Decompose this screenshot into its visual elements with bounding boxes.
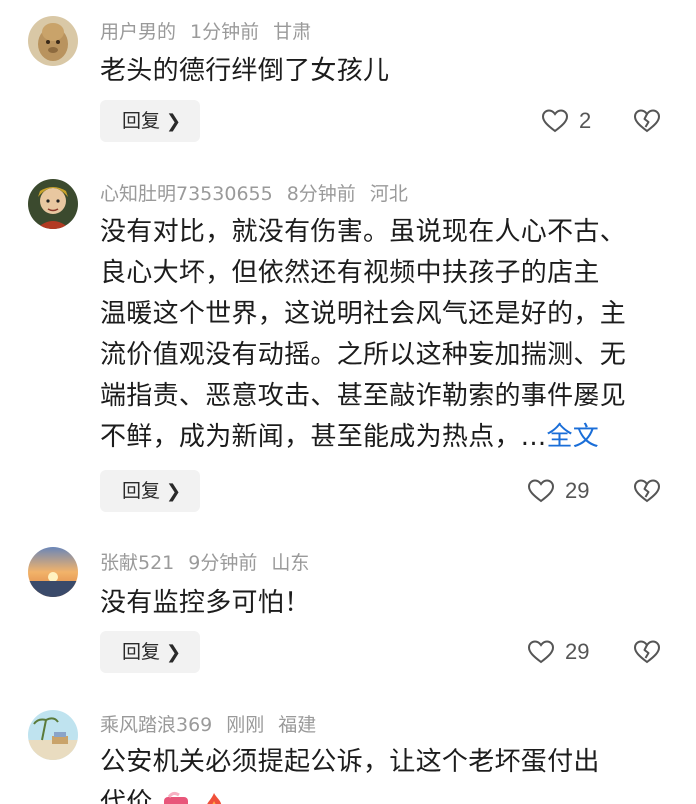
comment-text-line: 良心大坏，但依然还有视频中扶孩子的店主 [100,258,600,288]
broken-heart-outline-icon [633,109,661,133]
chevron-right-icon: ❯ [166,642,182,663]
comment-meta: 乘风踏浪369 刚刚 福建 [100,712,330,738]
dislike-button[interactable] [633,470,661,512]
comment-text-line: 代价 [100,783,670,804]
comment-text-line: 没有监控多可怕！ [100,588,311,618]
dislike-button[interactable] [633,100,661,142]
username[interactable]: 心知肚明73530655 [100,183,273,205]
avatar[interactable] [28,179,78,229]
comment-item: 张献521 9分钟前 山东 没有监控多可怕！ 回复 ❯ 29 [0,525,696,690]
comment-text-truncated: 不鲜，成为新闻，甚至能成为热点，... [100,422,547,452]
comment-meta: 用户男的 1分钟前 甘肃 [100,19,325,45]
reply-button[interactable]: 回复 ❯ [100,100,200,142]
comment-text-line: 老头的德行绊倒了女孩儿 [100,56,390,86]
reply-label: 回复 [122,641,161,663]
like-button[interactable]: 29 [527,631,589,673]
timestamp: 9分钟前 [188,552,258,574]
comment-text-line: 公安机关必须提起公诉，让这个老坏蛋付出 [100,747,600,777]
like-button[interactable]: 29 [527,470,589,512]
heart-outline-icon [527,479,555,503]
heart-outline-icon [541,109,569,133]
avatar[interactable] [28,710,78,760]
avatar-image [28,16,78,66]
avatar-image [28,710,78,760]
comment-meta: 张献521 9分钟前 山东 [100,550,323,576]
chevron-right-icon: ❯ [166,111,182,132]
avatar-image [28,179,78,229]
dislike-button[interactable] [633,631,661,673]
comment-text-line: 温暖这个世界，这说明社会风气还是好的，主 [100,299,627,329]
timestamp: 1分钟前 [190,21,260,43]
comment-text-line-end: 代价 [100,788,153,804]
comment-text-line: 流价值观没有动摇。之所以这种妄加揣测、无 [100,340,627,370]
fire-emoji [206,792,221,804]
comment-text: 老头的德行绊倒了女孩儿 [100,51,670,92]
reply-label: 回复 [122,480,161,502]
avatar[interactable] [28,16,78,66]
comment-meta: 心知肚明73530655 8分钟前 河北 [100,181,422,207]
chevron-right-icon: ❯ [166,481,182,502]
comment-text: 公安机关必须提起公诉，让这个老坏蛋付出 代价 [100,742,670,804]
comment-text: 没有对比，就没有伤害。虽说现在人心不古、 良心大坏，但依然还有视频中扶孩子的店主… [100,212,670,458]
reply-button[interactable]: 回复 ❯ [100,470,200,512]
like-count: 29 [565,639,590,664]
comment-text: 没有监控多可怕！ [100,583,670,624]
timestamp: 刚刚 [226,714,265,736]
like-button[interactable]: 2 [541,100,591,142]
location: 河北 [369,183,408,205]
avatar[interactable] [28,547,78,597]
location: 甘肃 [273,21,312,43]
comment-item: 乘风踏浪369 刚刚 福建 公安机关必须提起公诉，让这个老坏蛋付出 代价 [0,690,696,804]
username[interactable]: 张献521 [100,552,174,574]
reply-label: 回复 [122,110,161,132]
comment-text-line: 端指责、恶意攻击、甚至敲诈勒索的事件屡见 [100,381,627,411]
timestamp: 8分钟前 [286,183,356,205]
username[interactable]: 乘风踏浪369 [100,714,212,736]
like-count: 2 [579,108,592,133]
comment-text-line: 不鲜，成为新闻，甚至能成为热点，...全文 [100,417,670,458]
comment-text-line: 没有对比，就没有伤害。虽说现在人心不古、 [100,217,627,247]
broken-heart-outline-icon [633,640,661,664]
reply-button[interactable]: 回复 ❯ [100,631,200,673]
avatar-image [28,547,78,597]
comment-item: 用户男的 1分钟前 甘肃 老头的德行绊倒了女孩儿 回复 ❯ 2 [0,0,696,160]
heart-outline-icon [527,640,555,664]
strong-arm-emoji [163,791,188,804]
like-count: 29 [565,478,590,503]
username[interactable]: 用户男的 [100,21,176,43]
broken-heart-outline-icon [633,479,661,503]
location: 福建 [278,714,317,736]
comment-list: 用户男的 1分钟前 甘肃 老头的德行绊倒了女孩儿 回复 ❯ 2 心知肚明7353… [0,0,696,804]
comment-item: 心知肚明73530655 8分钟前 河北 没有对比，就没有伤害。虽说现在人心不古、 … [0,160,696,525]
location: 山东 [271,552,310,574]
expand-full-text-link[interactable]: 全文 [547,422,600,452]
